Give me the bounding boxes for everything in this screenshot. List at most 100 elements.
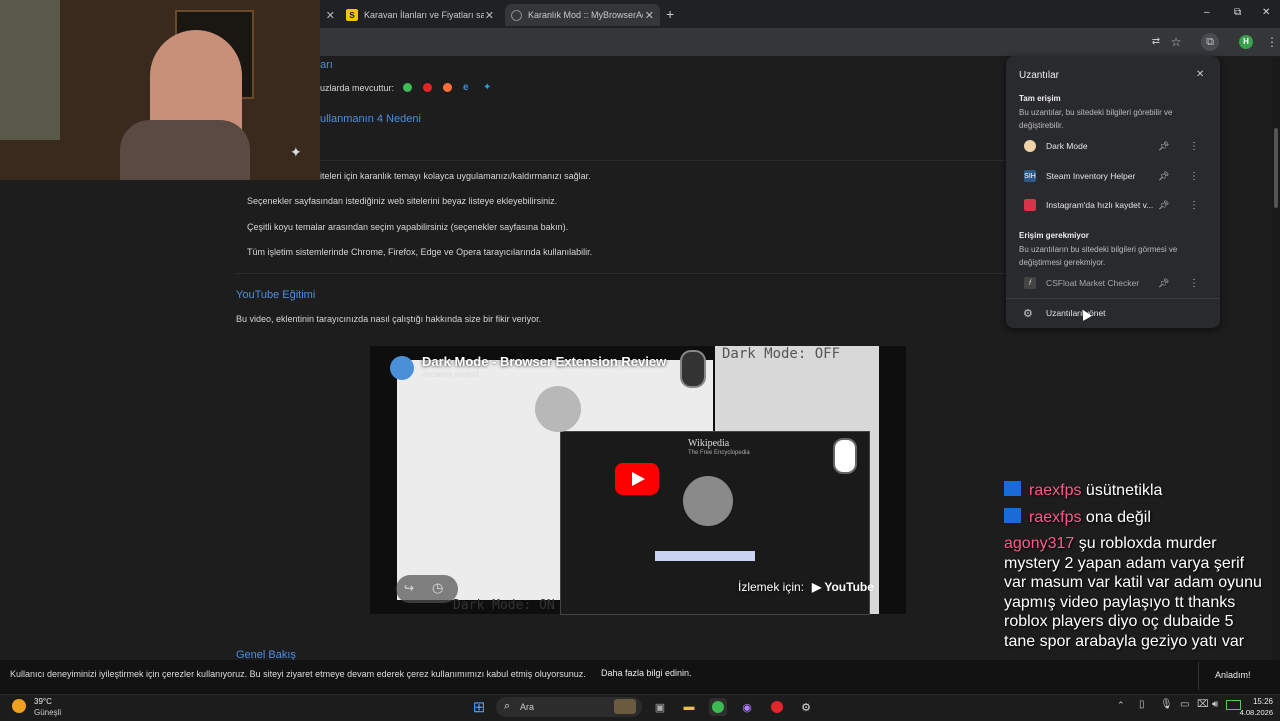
video-title[interactable]: Dark Mode - Browser Extension Review	[422, 354, 666, 369]
globe-icon	[511, 9, 522, 21]
youtube-description: Bu video, eklentinin tarayıcınızda nasıl…	[236, 314, 542, 324]
toggle-off-icon	[680, 350, 706, 388]
extension-row-csfloat[interactable]: f CSFloat Market Checker 📌︎ ⋮	[1006, 269, 1220, 297]
profile-avatar[interactable]: H	[1239, 35, 1253, 49]
windows-start-icon[interactable]: ⊞	[470, 698, 488, 716]
taskbar-search[interactable]: ⌕ Ara	[496, 697, 642, 717]
watch-later-icon[interactable]: ◷	[432, 580, 443, 596]
chrome-taskbar-icon[interactable]	[709, 698, 727, 716]
play-icon	[632, 472, 645, 486]
manage-extensions-item[interactable]: ⚙ Uzantıları yönet	[1006, 299, 1220, 327]
bullet-3: Çeşitli koyu temalar arasından seçim yap…	[247, 222, 569, 232]
pin-icon[interactable]: 📌︎	[1158, 141, 1169, 152]
steam-inventory-icon: SIH	[1024, 170, 1036, 182]
chat-user: agony317	[1004, 535, 1075, 552]
close-icon[interactable]: ✕	[485, 9, 494, 22]
cookie-text: Kullanıcı deneyiminizi iyileştirmek için…	[10, 669, 586, 679]
more-icon[interactable]: ⋮	[1189, 278, 1199, 289]
no-access-title: Erişim gerekmiyor	[1019, 231, 1089, 240]
close-icon[interactable]: ✕	[1196, 69, 1204, 80]
scrollbar-thumb[interactable]	[1274, 128, 1278, 208]
available-label: uzlarda mevcuttur:	[320, 83, 395, 93]
youtube-logo[interactable]: ▶ YouTube	[812, 580, 874, 594]
tray-overflow-icon[interactable]: ⌃	[1117, 700, 1125, 711]
microphone-icon[interactable]: 🎙︎	[1160, 699, 1173, 710]
display-icon[interactable]: ▭	[1180, 699, 1189, 710]
pin-icon[interactable]: 📌︎	[1158, 171, 1169, 182]
menu-kebab-icon[interactable]: ⋮	[1264, 34, 1280, 50]
extension-row-dark-mode[interactable]: Dark Mode 📌︎ ⋮	[1006, 132, 1220, 160]
reasons-heading: ullanmanın 4 Nedeni	[320, 113, 421, 125]
usb-icon[interactable]: ▯	[1139, 699, 1145, 710]
youtube-play-button[interactable]	[615, 463, 659, 495]
wiki-title: Wikipedia	[688, 438, 730, 449]
divider	[1198, 662, 1199, 690]
extension-row-steam[interactable]: SIH Steam Inventory Helper 📌︎ ⋮	[1006, 162, 1220, 190]
file-explorer-icon[interactable]: ▬	[680, 698, 698, 716]
cookie-more-link[interactable]: Daha fazla bilgi edinin.	[601, 668, 692, 678]
more-icon[interactable]: ⋮	[1189, 141, 1199, 152]
weather-sun-icon[interactable]	[12, 699, 26, 713]
opera-icon[interactable]	[423, 83, 432, 92]
more-icon[interactable]: ⋮	[1189, 171, 1199, 182]
edge-icon[interactable]: e	[463, 82, 469, 93]
video-channel[interactable]: eccorem project	[422, 370, 479, 379]
chrome-icon[interactable]	[403, 83, 412, 92]
opera-icon	[771, 701, 783, 713]
extensions-puzzle-icon[interactable]: ⧉	[1201, 33, 1219, 51]
clock-time[interactable]: 15:26	[1243, 697, 1273, 706]
chat-user: raexfps	[1029, 482, 1082, 499]
minimize-button[interactable]: –	[1204, 7, 1210, 18]
weather-desc[interactable]: Güneşli	[34, 708, 61, 717]
pin-icon[interactable]: 📌︎	[1158, 278, 1169, 289]
maximize-button[interactable]: ⧉	[1234, 7, 1241, 18]
app-settings-icon[interactable]: ⚙	[797, 698, 815, 716]
extension-row-instagram[interactable]: Instagram'da hızlı kaydet v... 📌︎ ⋮	[1006, 191, 1220, 219]
clock-date[interactable]: 4.08.2026	[1236, 708, 1273, 717]
task-view-icon[interactable]: ▣	[651, 698, 669, 716]
volume-icon[interactable]: 🔊︎	[1212, 699, 1218, 710]
chat-message: raexfps ona değil	[1004, 508, 1151, 528]
tab-title: Karavan İlanları ve Fiyatları sah	[364, 10, 484, 20]
wikipedia-globe-icon	[535, 386, 581, 432]
tab-title: Karanlık Mod :: MyBrowserAdd	[528, 10, 643, 20]
watch-on-label[interactable]: İzlemek için:	[738, 580, 804, 594]
tab-karavan[interactable]: S Karavan İlanları ve Fiyatları sah ✕	[340, 4, 500, 26]
network-icon[interactable]: ⌧	[1197, 699, 1209, 710]
dark-mode-off-label: Dark Mode: OFF	[722, 346, 841, 362]
close-icon[interactable]: ✕	[326, 9, 335, 22]
pin-icon[interactable]: 📌︎	[1158, 200, 1169, 211]
full-access-description: Bu uzantılar, bu sitedeki bilgileri göre…	[1019, 108, 1173, 130]
chat-text: şu robloxda murder mystery 2 yapan adam …	[1004, 535, 1262, 650]
firefox-icon[interactable]	[443, 83, 452, 92]
cookie-accept-button[interactable]: Anladım!	[1215, 670, 1251, 680]
scrollbar-track[interactable]	[1272, 58, 1280, 660]
window-close-button[interactable]: ✕	[1262, 7, 1270, 18]
new-tab-button[interactable]: +	[666, 6, 674, 22]
tab-karanlik-mod[interactable]: Karanlık Mod :: MyBrowserAdd ✕	[505, 4, 660, 26]
weather-temp[interactable]: 39°C	[34, 697, 52, 706]
extension-name: Steam Inventory Helper	[1046, 171, 1136, 181]
tab-close-previous[interactable]: ✕	[323, 4, 337, 26]
search-placeholder: Ara	[520, 702, 535, 712]
channel-avatar[interactable]	[390, 356, 414, 380]
search-highlight-icon	[614, 699, 636, 714]
close-icon[interactable]: ✕	[645, 9, 654, 22]
video-actions[interactable]: ↪ ◷	[396, 575, 458, 603]
full-access-title: Tam erişim	[1019, 94, 1061, 103]
dark-mode-on-label: Dark Mode: ON	[453, 598, 555, 613]
chrome-icon	[712, 701, 724, 713]
translate-icon[interactable]: ⇄	[1148, 34, 1164, 50]
gear-icon: ⚙	[1023, 307, 1033, 320]
share-icon[interactable]: ↪	[404, 581, 414, 595]
video-embed[interactable]: Dark Mode: OFF Dark Mode: ON Dark Mode -…	[370, 346, 906, 615]
tab-favicon: S	[346, 9, 358, 21]
twitter-icon[interactable]: ✦	[483, 82, 491, 93]
opera-taskbar-icon[interactable]	[768, 698, 786, 716]
cookie-bar: Kullanıcı deneyiminizi iyileştirmek için…	[0, 660, 1280, 694]
star-icon[interactable]: ☆	[1168, 34, 1184, 50]
more-icon[interactable]: ⋮	[1189, 200, 1199, 211]
page-heading-partial[interactable]: arı	[320, 59, 333, 71]
messenger-icon[interactable]: ◉	[738, 698, 756, 716]
toggle-on-icon	[833, 438, 857, 474]
